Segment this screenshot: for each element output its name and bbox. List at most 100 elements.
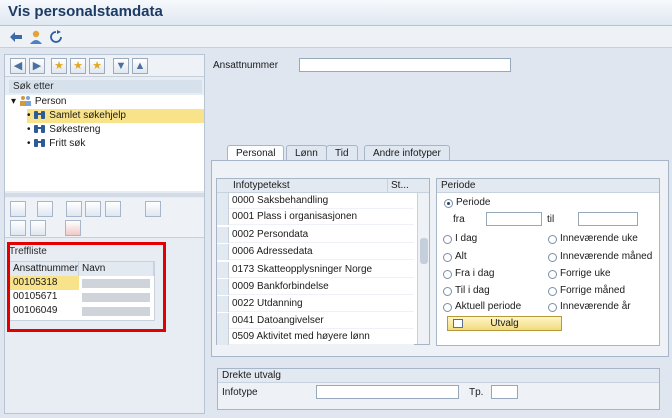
tree-item-fritt-sok[interactable]: • Fritt søk: [27, 137, 85, 151]
list-item[interactable]: 0000 Saksbehandling: [217, 193, 414, 209]
row-selector[interactable]: [217, 262, 229, 278]
row-selector[interactable]: [217, 329, 229, 345]
list-item[interactable]: 0001 Plass i organisasjonen: [217, 209, 414, 225]
hitlist-toolbar: [5, 198, 204, 238]
radio-til-i-dag[interactable]: [443, 287, 452, 296]
radio-fra-i-dag[interactable]: [443, 270, 452, 279]
radio-label: Inneværende måned: [560, 251, 653, 262]
row-selector[interactable]: [217, 279, 229, 295]
radio-label: Til i dag: [455, 285, 490, 296]
radio-label: Aktuell periode: [455, 301, 522, 312]
list-item[interactable]: 0022 Utdanning: [217, 296, 414, 312]
filter-icon[interactable]: [85, 201, 101, 217]
to-date-input[interactable]: [578, 212, 638, 226]
expand-triangle-icon: ▾: [11, 96, 17, 107]
row-selector[interactable]: [217, 193, 229, 209]
tab-lonn[interactable]: Lønn: [286, 145, 327, 161]
row-selector[interactable]: [217, 244, 229, 260]
list-item[interactable]: 0173 Skatteopplysninger Norge: [217, 262, 414, 278]
radio-periode-label: Periode: [456, 197, 491, 208]
column-header-infotypetekst[interactable]: Infotypetekst: [230, 179, 388, 193]
row-selector[interactable]: [217, 296, 229, 312]
toolbar: [0, 26, 672, 48]
refresh-icon[interactable]: [48, 29, 64, 45]
infotype-list: Infotypetekst St... 0000 Saksbehandling …: [216, 178, 430, 345]
tp-label: Tp.: [469, 387, 484, 398]
tab-andre-infotyper[interactable]: Andre infotyper: [364, 145, 450, 161]
back-arrow-icon[interactable]: ◀: [10, 58, 26, 74]
to-label: til: [547, 214, 555, 225]
list-item[interactable]: 0009 Bankforbindelse: [217, 279, 414, 295]
row-selector[interactable]: [217, 227, 229, 243]
radio-alt[interactable]: [443, 253, 452, 262]
people-icon: [19, 96, 31, 106]
display-change-icon[interactable]: [8, 29, 24, 45]
panel-splitter[interactable]: [5, 193, 204, 197]
radio-label: Inneværende år: [560, 301, 631, 312]
tab-strip: Personal Lønn Tid Andre infotyper: [211, 145, 669, 161]
from-label: fra: [453, 214, 465, 225]
tab-tid[interactable]: Tid: [326, 145, 358, 161]
search-for-label: Søk etter: [9, 80, 202, 93]
person-icon[interactable]: [28, 29, 44, 45]
radio-label: Forrige måned: [560, 285, 626, 296]
tree-item-sokestreng[interactable]: • Søkestreng: [27, 123, 100, 137]
tree-item-samlet-sokehjelp[interactable]: • Samlet søkehjelp: [27, 109, 204, 123]
calendar-icon: [453, 319, 463, 328]
list-item[interactable]: 0002 Persondata: [217, 227, 414, 243]
radio-label: I dag: [455, 233, 478, 244]
binoculars-icon: [34, 139, 46, 147]
infotype-input[interactable]: [316, 385, 459, 399]
row-selector[interactable]: [217, 313, 229, 329]
radio-label: Fra i dag: [455, 268, 495, 279]
window-title: Vis personalstamdata: [8, 3, 163, 20]
row-selector[interactable]: [217, 209, 229, 225]
binoculars-icon: [34, 111, 46, 119]
from-date-input[interactable]: [486, 212, 542, 226]
find-icon[interactable]: [37, 201, 53, 217]
bullet-icon: •: [27, 110, 31, 121]
tree-node-person[interactable]: ▾ Person: [11, 95, 67, 109]
radio-forrige-maned[interactable]: [548, 287, 557, 296]
employee-number-input[interactable]: [299, 58, 511, 72]
filter-dropdown-icon[interactable]: [105, 201, 121, 217]
radio-forrige-uke[interactable]: [548, 270, 557, 279]
selection-button[interactable]: Utvalg: [447, 316, 562, 331]
radio-innevaerende-ar[interactable]: [548, 303, 557, 312]
collapse-up-icon[interactable]: ▲: [132, 58, 148, 74]
list-item[interactable]: 0509 Aktivitet med høyere lønn: [217, 329, 414, 345]
list-item[interactable]: 0041 Datoangivelser: [217, 313, 414, 329]
favorite-edit-icon[interactable]: ★: [89, 58, 105, 74]
list-item[interactable]: 0006 Adressedata: [217, 244, 414, 260]
scrollbar-thumb[interactable]: [420, 238, 428, 264]
employee-number-label: Ansattnummer: [213, 60, 279, 71]
radio-aktuell-periode[interactable]: [443, 303, 452, 312]
spreadsheet-icon[interactable]: [65, 220, 81, 236]
title-bar: Vis personalstamdata: [0, 0, 672, 26]
vertical-scrollbar[interactable]: [417, 193, 429, 344]
add-favorite-icon[interactable]: ★: [51, 58, 67, 74]
binoculars-icon: [34, 125, 46, 133]
column-header-status[interactable]: St...: [388, 179, 429, 193]
print-icon[interactable]: [30, 220, 46, 236]
forward-arrow-icon[interactable]: ▶: [29, 58, 45, 74]
sort-ascending-icon[interactable]: [66, 201, 82, 217]
radio-label: Forrige uke: [560, 268, 611, 279]
export-icon[interactable]: [10, 220, 26, 236]
selector-header: [217, 179, 230, 193]
direct-selection-header: Drekte utvalg: [218, 369, 659, 383]
details-icon[interactable]: [10, 201, 26, 217]
radio-periode[interactable]: [444, 199, 453, 208]
bullet-icon: •: [27, 138, 31, 149]
expand-down-icon[interactable]: ▼: [113, 58, 129, 74]
navigation-toolbar: ◀ ▶ ★ ★ ★ ▼ ▲: [5, 55, 204, 77]
radio-innevaerende-uke[interactable]: [548, 235, 557, 244]
infotype-label: Infotype: [222, 387, 258, 398]
sum-icon[interactable]: [145, 201, 161, 217]
bullet-icon: •: [27, 124, 31, 135]
radio-i-dag[interactable]: [443, 235, 452, 244]
subtype-input[interactable]: [491, 385, 518, 399]
favorite-icon[interactable]: ★: [70, 58, 86, 74]
radio-innevaerende-maned[interactable]: [548, 253, 557, 262]
tab-personal[interactable]: Personal: [227, 145, 285, 161]
